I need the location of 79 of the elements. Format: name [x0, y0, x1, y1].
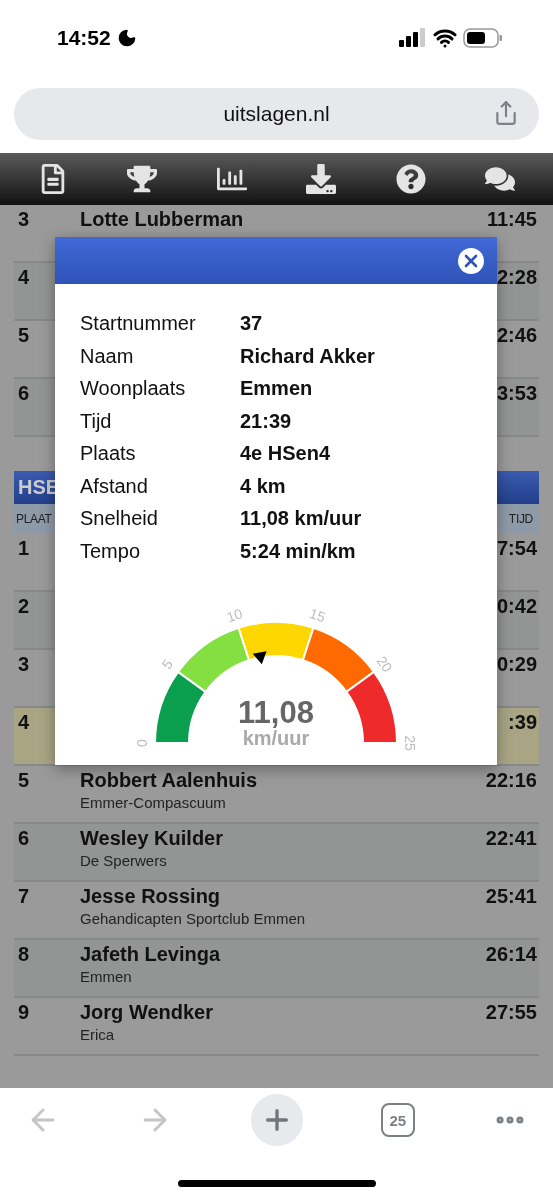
- gauge-tick-label: 25: [402, 735, 419, 751]
- place-number: 2: [18, 595, 30, 618]
- club-name: Emmer-Compascuum: [80, 794, 226, 811]
- place-number: 6: [18, 827, 30, 850]
- place-number: 4: [18, 711, 30, 734]
- athlete-name: Jorg Wendker: [80, 1001, 213, 1024]
- detail-value: 5:24 min/km: [240, 538, 357, 564]
- detail-value: 4 km: [240, 473, 287, 499]
- athlete-name: Wesley Kuilder: [80, 827, 224, 850]
- detail-value: Emmen: [240, 376, 314, 401]
- place-number: 8: [18, 943, 30, 966]
- club-name: Gehandicapten Sportclub Emmen: [80, 910, 306, 927]
- detail-label: Tempo: [80, 538, 142, 564]
- detail-label: Naam: [80, 343, 135, 369]
- place-number: 3: [18, 208, 30, 231]
- clock: 14:52: [57, 25, 111, 50]
- chat-icon[interactable]: [485, 164, 516, 194]
- share-icon[interactable]: [493, 100, 519, 126]
- moon-icon: [116, 27, 137, 48]
- address-bar[interactable]: uitslagen.nl: [14, 88, 539, 140]
- help-icon[interactable]: [395, 164, 426, 194]
- detail-label: Tijd: [80, 408, 113, 434]
- tabs-button[interactable]: 25: [380, 1103, 415, 1137]
- close-icon: [464, 253, 478, 268]
- detail-label: Plaats: [80, 441, 137, 466]
- club-name: Emmen: [80, 968, 132, 985]
- finish-time: 3:53: [496, 382, 537, 405]
- finish-time: 0:29: [496, 653, 537, 676]
- detail-value: 37: [240, 311, 264, 336]
- finish-time: 25:41: [485, 885, 537, 908]
- finish-time: :39: [508, 711, 537, 734]
- gauge-unit: km/uur: [242, 727, 310, 749]
- finish-time: 2:28: [496, 266, 537, 289]
- detail-value: Richard Akker: [240, 343, 376, 369]
- place-number: 3: [18, 653, 30, 676]
- gauge-tick-label: 15: [307, 605, 328, 626]
- detail-value: 21:39: [240, 408, 293, 434]
- club-name: Erica: [80, 1026, 115, 1043]
- finish-time: 26:14: [485, 943, 537, 966]
- detail-value: 11,08 km/uur: [240, 506, 363, 531]
- result-row[interactable]: 6 Wesley Kuilder De Sperwers 22:41: [14, 824, 539, 882]
- detail-label: Afstand: [80, 473, 149, 499]
- detail-label: Startnummer: [80, 311, 197, 336]
- finish-time: 11:45: [486, 208, 537, 231]
- trophy-icon[interactable]: [127, 164, 158, 194]
- athlete-name: Jafeth Levinga: [80, 943, 221, 966]
- finish-time: 22:16: [485, 769, 537, 792]
- download-icon[interactable]: [306, 164, 337, 194]
- club-name: De Sperwers: [80, 852, 167, 869]
- column-label: TIJD: [508, 512, 533, 526]
- result-row[interactable]: 8 Jafeth Levinga Emmen 26:14: [14, 940, 539, 998]
- finish-time: 7:54: [496, 537, 537, 560]
- place-number: 1: [18, 537, 30, 560]
- gauge-tick-label: 20: [373, 653, 396, 676]
- athlete-name: Robbert Aalenhuis: [80, 769, 258, 792]
- detail-value: 4e HSen4: [240, 441, 332, 466]
- gauge-reading: 11,08: [238, 695, 314, 730]
- battery-icon: [463, 27, 503, 48]
- detail-label: Snelheid: [80, 506, 159, 531]
- athlete-name: Jesse Rossing: [80, 885, 221, 908]
- place-number: 6: [18, 382, 30, 405]
- gauge-tick-label: 0: [133, 739, 150, 747]
- url-text: uitslagen.nl: [223, 102, 330, 126]
- detail-label: Woonplaats: [80, 376, 187, 401]
- finish-time: 0:42: [496, 595, 537, 618]
- finish-time: 27:55: [485, 1001, 537, 1024]
- finish-time: 2:46: [496, 324, 537, 347]
- place-number: 5: [18, 769, 30, 792]
- athlete-name: Lotte Lubberman: [80, 208, 244, 231]
- place-number: 5: [18, 324, 30, 347]
- signal-icon: [399, 27, 427, 48]
- column-label: PLAAT: [16, 512, 52, 526]
- gauge-tick-label: 10: [224, 605, 245, 626]
- gauge-tick-label: 5: [158, 656, 177, 672]
- place-number: 9: [18, 1001, 30, 1024]
- close-button[interactable]: [458, 247, 484, 274]
- finish-time: 22:41: [485, 827, 537, 850]
- place-number: 4: [18, 266, 30, 289]
- place-number: 7: [18, 885, 30, 908]
